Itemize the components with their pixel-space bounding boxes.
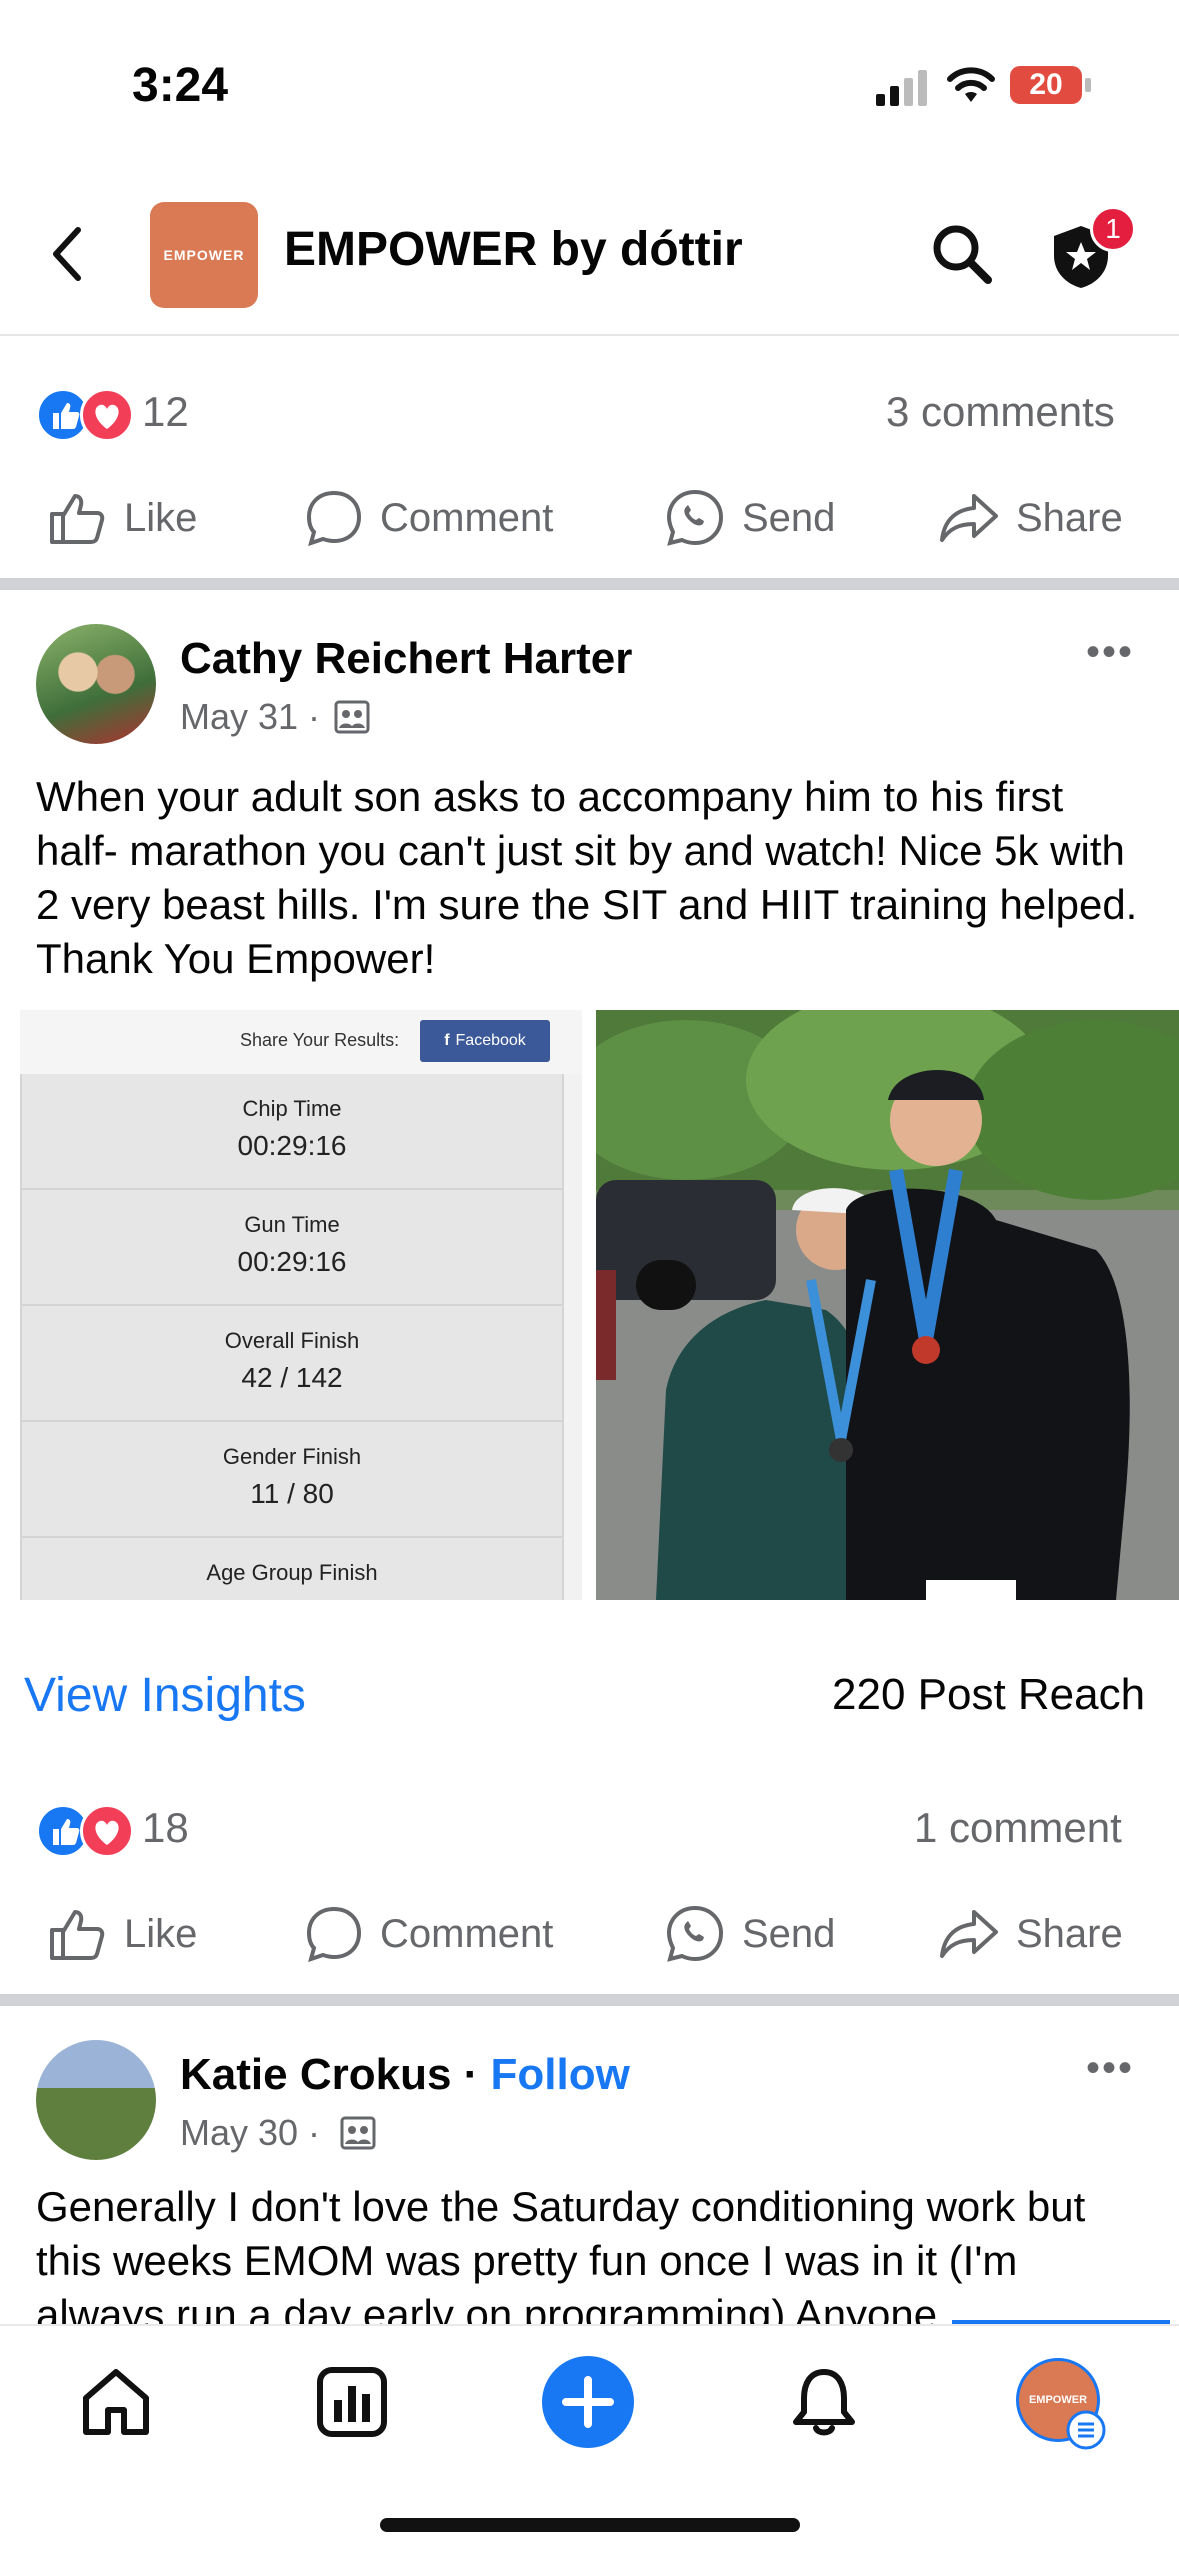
facebook-label: Facebook — [455, 1032, 526, 1049]
home-icon — [83, 2369, 149, 2435]
thumbs-up-icon — [50, 494, 105, 544]
results-header: Share Your Results: f Facebook — [20, 1010, 582, 1074]
reaction-count[interactable]: 18 — [142, 1804, 189, 1852]
race-results-image[interactable]: Share Your Results: f Facebook Chip Time 0… — [20, 1010, 582, 1600]
comment-label: Comment — [380, 1911, 554, 1956]
result-row: Gender Finish 11 / 80 — [20, 1422, 564, 1538]
share-button[interactable]: Share — [938, 468, 1123, 568]
page-title[interactable]: EMPOWER by dóttir — [284, 222, 743, 277]
comments-count[interactable]: 3 comments — [886, 388, 1115, 436]
post-text: Generally I don't love the Saturday cond… — [36, 2183, 1086, 2326]
result-label: Overall Finish — [224, 1328, 360, 1353]
result-row: Gun Time 00:29:16 — [20, 1190, 564, 1306]
share-arrow-icon — [940, 1910, 998, 1958]
result-label: Gun Time — [244, 1212, 340, 1237]
home-indicator — [380, 2518, 800, 2532]
view-insights-link[interactable]: View Insights — [24, 1668, 306, 1723]
search-icon[interactable] — [930, 222, 994, 286]
post-actions-bar: Like Comment Send Share — [0, 468, 1179, 568]
group-audience-icon — [340, 2116, 376, 2150]
race-photo[interactable] — [596, 1010, 1179, 1600]
tab-notifications[interactable] — [774, 2352, 874, 2452]
post-reach: 220 Post Reach — [832, 1670, 1146, 1719]
post-date[interactable]: May 30 · — [180, 2112, 320, 2154]
battery-indicator: 20 — [1010, 66, 1082, 104]
post-author-line: Katie Crokus · Follow — [180, 2050, 630, 2100]
group-audience-icon — [334, 700, 370, 734]
result-value: 11 / 80 — [250, 1478, 334, 1509]
post-divider — [0, 578, 1179, 590]
profile-avatar: EMPOWER — [1016, 2358, 1106, 2450]
result-value: 42 / 142 — [241, 1362, 343, 1393]
menu-icon — [1066, 2410, 1106, 2450]
share-results-label: Share Your Results: — [240, 1030, 400, 1050]
facebook-f-icon: f — [444, 1032, 450, 1049]
reaction-icons[interactable] — [36, 1804, 134, 1858]
more-options-icon[interactable]: ••• — [1086, 2046, 1134, 2091]
whatsapp-icon — [666, 1905, 724, 1962]
result-label: Gender Finish — [222, 1444, 362, 1469]
send-label: Send — [742, 1911, 836, 1956]
signal-icon — [876, 70, 927, 106]
whatsapp-icon — [666, 489, 724, 546]
share-button[interactable]: Share — [938, 1884, 1123, 1984]
reaction-count[interactable]: 12 — [142, 388, 189, 436]
tab-create[interactable] — [538, 2352, 638, 2452]
result-label: Age Group Finish — [206, 1560, 378, 1585]
tab-home[interactable] — [66, 2352, 166, 2452]
share-arrow-icon — [940, 494, 998, 542]
tab-profile[interactable]: EMPOWER — [1010, 2352, 1110, 2452]
separator-dot: · — [451, 2050, 491, 2099]
comment-icon — [306, 490, 362, 547]
reaction-icons[interactable] — [36, 388, 134, 442]
tab-insights[interactable] — [302, 2352, 402, 2452]
back-arrow-icon[interactable] — [48, 224, 88, 284]
love-reaction-icon — [80, 1804, 134, 1858]
result-row: Chip Time 00:29:16 — [20, 1074, 564, 1190]
like-button[interactable]: Like — [48, 468, 197, 568]
result-value: 00:29:16 — [237, 1246, 347, 1277]
share-label: Share — [1016, 1911, 1123, 1956]
comment-label: Comment — [380, 495, 554, 540]
result-value: 00:29:16 — [237, 1130, 347, 1161]
bell-icon — [793, 2369, 855, 2436]
thumbs-up-icon — [50, 1910, 105, 1960]
result-label: Chip Time — [242, 1096, 342, 1121]
battery-tip — [1085, 78, 1091, 92]
comment-button[interactable]: Comment — [304, 468, 553, 568]
more-options-icon[interactable]: ••• — [1086, 630, 1134, 675]
post-text: When your adult son asks to accompany hi… — [36, 773, 1138, 982]
post-author[interactable]: Cathy Reichert Harter — [180, 634, 632, 684]
comment-icon — [306, 1906, 362, 1963]
post-date[interactable]: May 31 · — [180, 696, 320, 738]
plus-icon — [542, 2356, 634, 2448]
send-label: Send — [742, 495, 836, 540]
like-label: Like — [124, 495, 198, 540]
author-avatar[interactable] — [36, 2040, 156, 2160]
post-divider — [0, 1994, 1179, 2006]
like-label: Like — [124, 1911, 198, 1956]
bar-chart-icon — [317, 2367, 387, 2437]
like-button[interactable]: Like — [48, 1884, 197, 1984]
post-author[interactable]: Katie Crokus — [180, 2050, 451, 2099]
author-avatar[interactable] — [36, 624, 156, 744]
page-logo[interactable]: EMPOWER — [150, 202, 258, 308]
comments-count[interactable]: 1 comment — [914, 1804, 1122, 1852]
follow-button[interactable]: Follow — [491, 2050, 630, 2099]
comment-button[interactable]: Comment — [304, 1884, 553, 1984]
result-row: Age Group Finish — [20, 1538, 564, 1600]
love-reaction-icon — [80, 388, 134, 442]
notification-badge: 1 — [1090, 206, 1136, 252]
send-button[interactable]: Send — [664, 468, 835, 568]
wifi-icon — [947, 67, 995, 102]
share-label: Share — [1016, 495, 1123, 540]
post-actions-bar: Like Comment Send Share — [0, 1884, 1179, 1984]
facebook-share-button: f Facebook — [420, 1020, 550, 1062]
result-row: Overall Finish 42 / 142 — [20, 1306, 564, 1422]
status-time: 3:24 — [132, 59, 229, 112]
send-button[interactable]: Send — [664, 1884, 835, 1984]
